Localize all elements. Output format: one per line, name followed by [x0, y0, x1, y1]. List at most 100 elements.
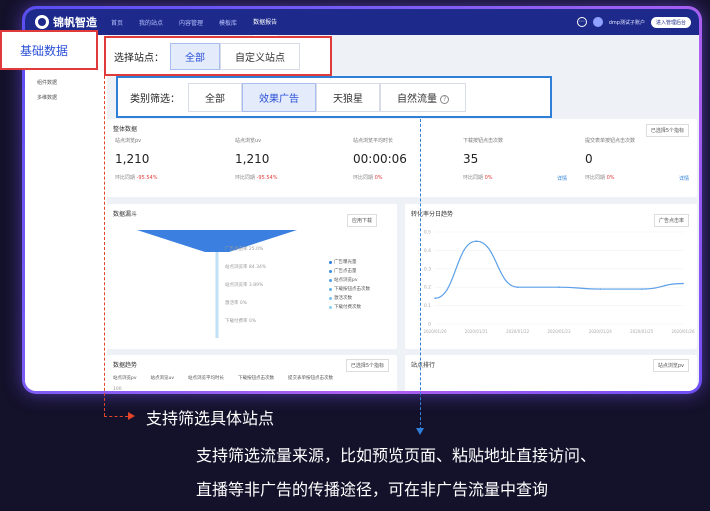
legend-item: 站点浏览平均时长: [188, 376, 225, 381]
user-name[interactable]: dmp测试子账户: [609, 19, 645, 26]
category-option-sirius[interactable]: 天狼星: [316, 82, 380, 112]
funnel-top: [137, 230, 297, 252]
sidebar-item-basic-data[interactable]: 基础数据: [0, 30, 98, 70]
funnel-stage-label: 激活率 0%: [225, 301, 248, 306]
detail-link-1[interactable]: 详情: [557, 175, 567, 182]
legend-item: 站点浏览pv: [113, 376, 137, 381]
data-point[interactable]: [682, 282, 684, 285]
red-dashed-arrow-line: [104, 416, 128, 417]
y-tick-label: 0: [428, 322, 431, 328]
stat-compare: 环比同期 0%: [585, 175, 615, 181]
site-filter-label: 选择站点：: [114, 52, 164, 64]
stat-compare: 环比同期 -95.54%: [115, 175, 158, 181]
stat-compare: 环比同期 0%: [353, 175, 383, 181]
caption-site-filter: 支持筛选具体站点: [146, 409, 275, 428]
caption-traffic-source-1: 支持筛选流量来源，比如预览页面、粘贴地址直接访问、: [196, 446, 597, 465]
legend-item: 提交表单按钮点击次数: [288, 376, 334, 381]
data-trend-card: 数据趋势 已选择5个指标 站点浏览pv 站点浏览uv 站点浏览平均时长 下载按钮…: [107, 355, 397, 391]
data-point[interactable]: [558, 286, 560, 288]
y-tick-label: 0.2: [424, 285, 431, 291]
stat-label: 站点浏览pv: [115, 138, 142, 144]
stat-compare: 环比同期 -95.54%: [235, 175, 278, 181]
x-tick-label: 2020/01/24: [589, 329, 613, 334]
nav-item-home[interactable]: 首页: [111, 9, 123, 36]
x-tick-label: 2020/01/23: [547, 329, 571, 334]
logo-icon: [35, 15, 49, 29]
y-axis-top-label: 100: [113, 387, 122, 391]
help-icon[interactable]: ?: [440, 94, 450, 104]
data-point[interactable]: [434, 297, 436, 300]
overview-title: 整体数据: [113, 126, 138, 133]
stat-value: 00:00:06: [353, 152, 407, 166]
category-option-organic[interactable]: 自然流量 ?: [380, 82, 467, 112]
avatar[interactable]: [592, 17, 603, 27]
funnel-type-select[interactable]: 应用下载: [347, 214, 378, 227]
top-navigation: 锦帆智造 首页 我的站点 内容管理 模板库 数据报告 ⋯ dmp测试子账户 进入…: [25, 9, 699, 37]
sidebar-item-multi-dim-data[interactable]: 多维数据: [25, 90, 107, 105]
more-icon[interactable]: ⋯: [576, 17, 587, 27]
sidebar: 组件数据 多维数据: [25, 35, 107, 391]
data-point[interactable]: [640, 288, 643, 290]
nav-right: ⋯ dmp测试子账户 进入管理后台: [576, 16, 699, 28]
data-trend-legend: 站点浏览pv 站点浏览uv 站点浏览平均时长 下载按钮点击次数 提交表单按钮点击…: [113, 375, 333, 381]
category-option-effect-ads[interactable]: 效果广告: [242, 82, 316, 112]
site-rank-card: 站点排行 站点浏览pv: [405, 355, 697, 391]
nav-item-data-report[interactable]: 数据报告: [253, 9, 278, 37]
data-trend-select[interactable]: 已选择5个指标: [345, 359, 389, 372]
site-filter-options: 全部 自定义站点: [170, 42, 300, 70]
logo-text: 锦帆智造: [53, 16, 97, 29]
funnel-legend: 广告曝光量 广告点击量 站点浏览pv 下载按钮点击次数 激活次数 下载付费次数: [329, 259, 370, 313]
y-tick-label: 0.5: [424, 230, 431, 236]
category-filter-options: 全部 效果广告 天狼星 自然流量 ?: [188, 82, 467, 112]
site-option-all[interactable]: 全部: [170, 42, 220, 70]
legend-item: 激活次数: [329, 295, 370, 301]
y-tick-label: 0.3: [424, 266, 431, 272]
funnel-title: 数据漏斗: [113, 211, 138, 218]
overview-metric-select[interactable]: 已选择5个指标: [645, 124, 689, 137]
funnel-stage-label: 广告点击率 25.0%: [225, 247, 264, 252]
legend-item: 下载按钮点击次数: [238, 376, 275, 381]
nav-item-content[interactable]: 内容管理: [179, 9, 203, 36]
conversion-trend-card: 转化率分日趋势 广告点击率 0.5 0.4 0.3 0.2 0.1 0 2020/01/20…: [405, 204, 697, 349]
rank-title: 站点排行: [411, 362, 436, 369]
blue-arrow-head: [416, 428, 424, 435]
legend-item: 下载按钮点击次数: [329, 286, 370, 292]
legend-item: 站点浏览pv: [329, 277, 370, 283]
x-tick-label: 2020/01/25: [630, 329, 654, 334]
overview-card: 整体数据 已选择5个指标 站点浏览pv 1,210 环比同期 -95.54% 站…: [107, 119, 697, 197]
admin-button[interactable]: 进入管理后台: [650, 16, 691, 28]
detail-link-2[interactable]: 详情: [679, 175, 689, 182]
category-option-all[interactable]: 全部: [188, 82, 242, 112]
x-tick-label: 2020/01/22: [506, 329, 530, 334]
organic-label: 自然流量: [397, 93, 437, 105]
logo[interactable]: 锦帆智造: [35, 14, 97, 30]
nav-item-my-sites[interactable]: 我的站点: [139, 9, 163, 36]
funnel-stage-label: 站点浏览率 3.89%: [225, 283, 264, 288]
stat-avg-duration: 站点浏览平均时长 00:00:06 环比同期 0%: [353, 137, 407, 181]
rank-metric-select[interactable]: 站点浏览pv: [652, 359, 689, 372]
data-point[interactable]: [475, 240, 478, 242]
blue-dashed-line: [420, 114, 421, 430]
legend-item: 广告曝光量: [329, 259, 370, 265]
funnel-card: 数据漏斗 应用下载 广告点击率 25.0% 站点浏览率 84.34% 站点浏览率…: [107, 204, 397, 349]
trend-line-chart: 0.5 0.4 0.3 0.2 0.1 02020/01/20 2020/01/21 2020…: [423, 230, 695, 335]
stat-value: 0: [585, 152, 593, 166]
site-filter: 选择站点： 全部 自定义站点: [104, 36, 332, 76]
category-filter: 类别筛选： 全部 效果广告 天狼星 自然流量 ?: [116, 76, 552, 118]
data-trend-title: 数据趋势: [113, 362, 138, 369]
data-point[interactable]: [516, 286, 519, 288]
stat-label: 站点浏览uv: [235, 138, 262, 144]
x-tick-label: 2020/01/21: [465, 329, 489, 334]
red-dashed-line: [104, 76, 105, 416]
stat-label: 下载按钮点击次数: [463, 138, 504, 144]
x-tick-label: 2020/01/20: [423, 329, 447, 334]
red-arrow-head: [128, 412, 135, 420]
stat-value: 35: [463, 152, 479, 166]
caption-traffic-source-2: 直播等非广告的传播途径，可在非广告流量中查询: [196, 480, 549, 499]
funnel-chart: [137, 230, 297, 338]
site-option-custom[interactable]: 自定义站点: [220, 42, 300, 70]
sidebar-item-component-data[interactable]: 组件数据: [25, 75, 107, 90]
data-point[interactable]: [599, 288, 602, 290]
nav-item-templates[interactable]: 模板库: [219, 9, 237, 36]
x-tick-label: 2020/01/26: [671, 329, 695, 334]
